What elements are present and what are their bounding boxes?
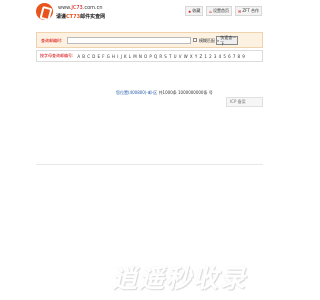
- letter-link[interactable]: O: [144, 54, 147, 59]
- watermark: 逍遥秒收录: [112, 264, 248, 293]
- set-homepage-label: 设置首页: [212, 8, 229, 13]
- set-homepage-link[interactable]: ⌂ 设置首页: [206, 6, 232, 16]
- location-link[interactable]: 您位置(400800)-邮-区: [116, 90, 157, 95]
- letter-link[interactable]: Q: [154, 54, 157, 59]
- side-tag-label: ICP 备案: [230, 99, 246, 104]
- letter-link[interactable]: E: [98, 54, 101, 59]
- letter-link[interactable]: H: [112, 54, 115, 59]
- logo-icon[interactable]: [36, 3, 53, 20]
- partner-link[interactable]: ✉ ZFT 合作: [234, 6, 262, 16]
- letter-index-list: ABCDEFGHIJKLMNOPQRSTUVWXYZ123456789: [77, 54, 244, 59]
- logo-url-suffix: .com.cn: [82, 5, 103, 11]
- search-label: 查询邮编时:: [41, 38, 63, 43]
- letter-link[interactable]: A: [77, 54, 80, 59]
- letter-link[interactable]: W: [184, 54, 188, 59]
- letter-link[interactable]: T: [169, 54, 171, 59]
- logo-name-highlight: CT73: [66, 14, 81, 20]
- letter-link[interactable]: R: [159, 54, 162, 59]
- letter-link[interactable]: 1: [204, 54, 207, 59]
- logo-name-prefix: 请谨: [56, 14, 67, 20]
- logo-name: 请谨CT73邮件实查网: [56, 13, 105, 20]
- letter-link[interactable]: 3: [214, 54, 217, 59]
- content-line: 您位置(400800)-邮-区 共1000条 1000000000条 号: [116, 90, 213, 96]
- letter-link[interactable]: 6: [228, 54, 231, 59]
- favorite-label: 收藏: [192, 8, 201, 13]
- home-icon: ⌂: [209, 8, 212, 14]
- letter-link[interactable]: 9: [242, 54, 245, 59]
- search-bar: 查询邮编时: 模糊匹配 ⌕ 快速查一下: [36, 32, 263, 48]
- search-input[interactable]: [67, 37, 191, 44]
- letter-link[interactable]: 8: [238, 54, 241, 59]
- star-icon: ★: [187, 8, 192, 14]
- letter-link[interactable]: B: [82, 54, 85, 59]
- letter-link[interactable]: D: [92, 54, 95, 59]
- letter-link[interactable]: U: [174, 54, 177, 59]
- letter-link[interactable]: 7: [233, 54, 236, 59]
- search-button[interactable]: ⌕ 快速查一下: [216, 34, 238, 46]
- letter-link[interactable]: I: [117, 54, 118, 59]
- logo-url-prefix: www.: [58, 5, 72, 11]
- side-tag[interactable]: ICP 备案: [226, 97, 263, 107]
- logo-url-highlight: JC73: [71, 5, 83, 11]
- search-icon: ⌕: [217, 38, 220, 43]
- letter-link[interactable]: J: [121, 54, 122, 59]
- logo-url[interactable]: www.JC73.com.cn: [58, 5, 103, 11]
- mail-icon: ✉: [237, 8, 242, 14]
- letter-link[interactable]: Z: [199, 54, 202, 59]
- letter-link[interactable]: X: [190, 54, 193, 59]
- letter-link[interactable]: C: [87, 54, 90, 59]
- search-button-label: 快速查一下: [220, 34, 237, 46]
- letter-link[interactable]: V: [179, 54, 182, 59]
- letter-link[interactable]: 2: [209, 54, 212, 59]
- logo-name-suffix: 邮件实查网: [80, 14, 106, 20]
- letter-link[interactable]: F: [102, 54, 104, 59]
- fuzzy-match-label: 模糊匹配: [199, 38, 215, 43]
- result-count: 共1000条 1000000000条 号: [158, 90, 213, 95]
- letter-link[interactable]: S: [164, 54, 167, 59]
- fuzzy-match-checkbox[interactable]: [193, 38, 197, 42]
- favorite-link[interactable]: ★ 收藏: [184, 6, 204, 16]
- divider: [36, 164, 263, 165]
- letter-link[interactable]: 5: [223, 54, 226, 59]
- letter-link[interactable]: G: [107, 54, 110, 59]
- partner-label: ZFT 合作: [242, 8, 259, 13]
- letter-link[interactable]: 4: [219, 54, 222, 59]
- letter-index-label: 按字母查询邮编号:: [40, 53, 74, 58]
- letter-link[interactable]: K: [124, 54, 127, 59]
- letter-link[interactable]: P: [149, 54, 151, 59]
- letter-link[interactable]: N: [139, 54, 142, 59]
- top-nav: ★ 收藏 ⌂ 设置首页 ✉ ZFT 合作: [184, 6, 262, 16]
- letter-link[interactable]: Y: [195, 54, 197, 59]
- letter-link[interactable]: L: [129, 54, 131, 59]
- letter-link[interactable]: M: [133, 54, 136, 59]
- letter-index-bar: 按字母查询邮编号: ABCDEFGHIJKLMNOPQRSTUVWXYZ1234…: [36, 50, 263, 62]
